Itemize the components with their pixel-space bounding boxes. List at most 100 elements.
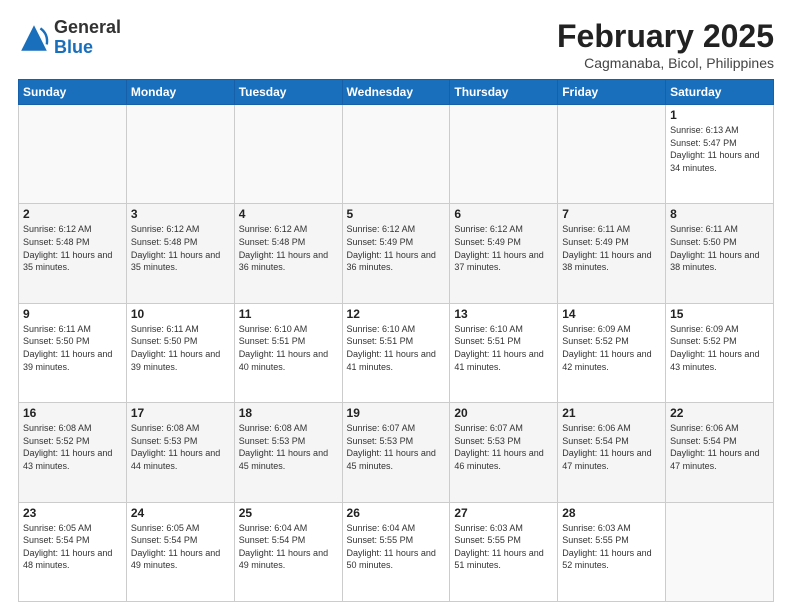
calendar-week-row: 2 Sunrise: 6:12 AM Sunset: 5:48 PM Daylig…: [19, 204, 774, 303]
logo-text: General Blue: [54, 18, 121, 58]
day-info: Sunrise: 6:12 AM Sunset: 5:49 PM Dayligh…: [347, 223, 446, 273]
calendar-week-row: 16 Sunrise: 6:08 AM Sunset: 5:52 PM Dayli…: [19, 403, 774, 502]
day-number: 16: [23, 406, 122, 420]
day-info: Sunrise: 6:06 AM Sunset: 5:54 PM Dayligh…: [670, 422, 769, 472]
day-info: Sunrise: 6:03 AM Sunset: 5:55 PM Dayligh…: [562, 522, 661, 572]
day-info: Sunrise: 6:10 AM Sunset: 5:51 PM Dayligh…: [347, 323, 446, 373]
day-number: 13: [454, 307, 553, 321]
day-number: 26: [347, 506, 446, 520]
day-number: 27: [454, 506, 553, 520]
logo: General Blue: [18, 18, 121, 58]
logo-general-label: General: [54, 18, 121, 38]
calendar-cell: [558, 105, 666, 204]
day-number: 4: [239, 207, 338, 221]
calendar-cell: [234, 105, 342, 204]
calendar-cell: 10Sunrise: 6:11 AM Sunset: 5:50 PM Dayli…: [126, 303, 234, 402]
weekday-header-row: SundayMondayTuesdayWednesdayThursdayFrid…: [19, 80, 774, 105]
calendar-cell: 24 Sunrise: 6:05 AM Sunset: 5:54 PM Dayli…: [126, 502, 234, 601]
day-info: Sunrise: 6:06 AM Sunset: 5:54 PM Dayligh…: [562, 422, 661, 472]
calendar-cell: 2Sunrise: 6:12 AM Sunset: 5:48 PM Daylig…: [19, 204, 127, 303]
day-info: Sunrise: 6:09 AM Sunset: 5:52 PM Dayligh…: [562, 323, 661, 373]
day-info: Sunrise: 6:04 AM Sunset: 5:54 PM Dayligh…: [239, 522, 338, 572]
day-info: Sunrise: 6:12 AM Sunset: 5:49 PM Dayligh…: [454, 223, 553, 273]
calendar-cell: [19, 105, 127, 204]
day-info: Sunrise: 6:11 AM Sunset: 5:49 PM Dayligh…: [562, 223, 661, 273]
day-info: Sunrise: 6:11 AM Sunset: 5:50 PM Dayligh…: [670, 223, 769, 273]
calendar-cell: 1 Sunrise: 6:13 AM Sunset: 5:47 PM Daylig…: [666, 105, 774, 204]
calendar-cell: [126, 105, 234, 204]
day-number: 28: [562, 506, 661, 520]
day-info: Sunrise: 6:10 AM Sunset: 5:51 PM Dayligh…: [239, 323, 338, 373]
calendar-cell: 3Sunrise: 6:12 AM Sunset: 5:48 PM Daylig…: [126, 204, 234, 303]
day-number: 12: [347, 307, 446, 321]
day-info: Sunrise: 6:05 AM Sunset: 5:54 PM Dayligh…: [131, 522, 230, 572]
calendar-cell: 8Sunrise: 6:11 AM Sunset: 5:50 PM Daylig…: [666, 204, 774, 303]
day-number: 17: [131, 406, 230, 420]
day-number: 9: [23, 307, 122, 321]
weekday-header-saturday: Saturday: [666, 80, 774, 105]
calendar-cell: 18 Sunrise: 6:08 AM Sunset: 5:53 PM Dayli…: [234, 403, 342, 502]
day-info: Sunrise: 6:07 AM Sunset: 5:53 PM Dayligh…: [347, 422, 446, 472]
calendar-cell: 4 Sunrise: 6:12 AM Sunset: 5:48 PM Daylig…: [234, 204, 342, 303]
day-number: 1: [670, 108, 769, 122]
day-number: 6: [454, 207, 553, 221]
calendar-cell: 19 Sunrise: 6:07 AM Sunset: 5:53 PM Dayli…: [342, 403, 450, 502]
weekday-header-friday: Friday: [558, 80, 666, 105]
calendar-cell: 7 Sunrise: 6:11 AM Sunset: 5:49 PM Daylig…: [558, 204, 666, 303]
calendar-cell: 22 Sunrise: 6:06 AM Sunset: 5:54 PM Dayli…: [666, 403, 774, 502]
day-info: Sunrise: 6:04 AM Sunset: 5:55 PM Dayligh…: [347, 522, 446, 572]
calendar-cell: 25 Sunrise: 6:04 AM Sunset: 5:54 PM Dayli…: [234, 502, 342, 601]
day-number: 14: [562, 307, 661, 321]
day-number: 3: [131, 207, 230, 221]
day-number: 18: [239, 406, 338, 420]
calendar-cell: 26 Sunrise: 6:04 AM Sunset: 5:55 PM Dayli…: [342, 502, 450, 601]
day-number: 22: [670, 406, 769, 420]
calendar-cell: 6 Sunrise: 6:12 AM Sunset: 5:49 PM Daylig…: [450, 204, 558, 303]
day-info: Sunrise: 6:11 AM Sunset: 5:50 PM Dayligh…: [23, 323, 122, 373]
calendar-cell: 11 Sunrise: 6:10 AM Sunset: 5:51 PM Dayli…: [234, 303, 342, 402]
calendar-cell: 9 Sunrise: 6:11 AM Sunset: 5:50 PM Daylig…: [19, 303, 127, 402]
page: General Blue February 2025 Cagmanaba, Bi…: [0, 0, 792, 612]
calendar-cell: 13 Sunrise: 6:10 AM Sunset: 5:51 PM Dayli…: [450, 303, 558, 402]
calendar-cell: [342, 105, 450, 204]
calendar-cell: 14 Sunrise: 6:09 AM Sunset: 5:52 PM Dayli…: [558, 303, 666, 402]
calendar-table: SundayMondayTuesdayWednesdayThursdayFrid…: [18, 79, 774, 602]
calendar-week-row: 9 Sunrise: 6:11 AM Sunset: 5:50 PM Daylig…: [19, 303, 774, 402]
calendar-cell: 27 Sunrise: 6:03 AM Sunset: 5:55 PM Dayli…: [450, 502, 558, 601]
day-info: Sunrise: 6:08 AM Sunset: 5:53 PM Dayligh…: [131, 422, 230, 472]
weekday-header-tuesday: Tuesday: [234, 80, 342, 105]
calendar-cell: [666, 502, 774, 601]
day-number: 2: [23, 207, 122, 221]
day-number: 15: [670, 307, 769, 321]
day-info: Sunrise: 6:10 AM Sunset: 5:51 PM Dayligh…: [454, 323, 553, 373]
weekday-header-wednesday: Wednesday: [342, 80, 450, 105]
day-number: 23: [23, 506, 122, 520]
day-number: 25: [239, 506, 338, 520]
day-number: 24: [131, 506, 230, 520]
day-number: 5: [347, 207, 446, 221]
calendar-cell: 5 Sunrise: 6:12 AM Sunset: 5:49 PM Daylig…: [342, 204, 450, 303]
calendar-cell: 12 Sunrise: 6:10 AM Sunset: 5:51 PM Dayli…: [342, 303, 450, 402]
day-info: Sunrise: 6:11 AM Sunset: 5:50 PM Dayligh…: [131, 323, 230, 373]
calendar-cell: 23 Sunrise: 6:05 AM Sunset: 5:54 PM Dayli…: [19, 502, 127, 601]
calendar-cell: 17 Sunrise: 6:08 AM Sunset: 5:53 PM Dayli…: [126, 403, 234, 502]
calendar-cell: [450, 105, 558, 204]
logo-icon: [18, 22, 50, 54]
day-number: 7: [562, 207, 661, 221]
day-info: Sunrise: 6:13 AM Sunset: 5:47 PM Dayligh…: [670, 124, 769, 174]
day-info: Sunrise: 6:05 AM Sunset: 5:54 PM Dayligh…: [23, 522, 122, 572]
day-info: Sunrise: 6:07 AM Sunset: 5:53 PM Dayligh…: [454, 422, 553, 472]
day-number: 11: [239, 307, 338, 321]
day-info: Sunrise: 6:03 AM Sunset: 5:55 PM Dayligh…: [454, 522, 553, 572]
day-info: Sunrise: 6:12 AM Sunset: 5:48 PM Dayligh…: [239, 223, 338, 273]
title-block: February 2025 Cagmanaba, Bicol, Philippi…: [557, 18, 774, 71]
day-number: 19: [347, 406, 446, 420]
location-title: Cagmanaba, Bicol, Philippines: [557, 55, 774, 71]
day-info: Sunrise: 6:09 AM Sunset: 5:52 PM Dayligh…: [670, 323, 769, 373]
day-info: Sunrise: 6:08 AM Sunset: 5:53 PM Dayligh…: [239, 422, 338, 472]
day-info: Sunrise: 6:08 AM Sunset: 5:52 PM Dayligh…: [23, 422, 122, 472]
weekday-header-monday: Monday: [126, 80, 234, 105]
month-title: February 2025: [557, 18, 774, 55]
calendar-cell: 28 Sunrise: 6:03 AM Sunset: 5:55 PM Dayli…: [558, 502, 666, 601]
weekday-header-thursday: Thursday: [450, 80, 558, 105]
